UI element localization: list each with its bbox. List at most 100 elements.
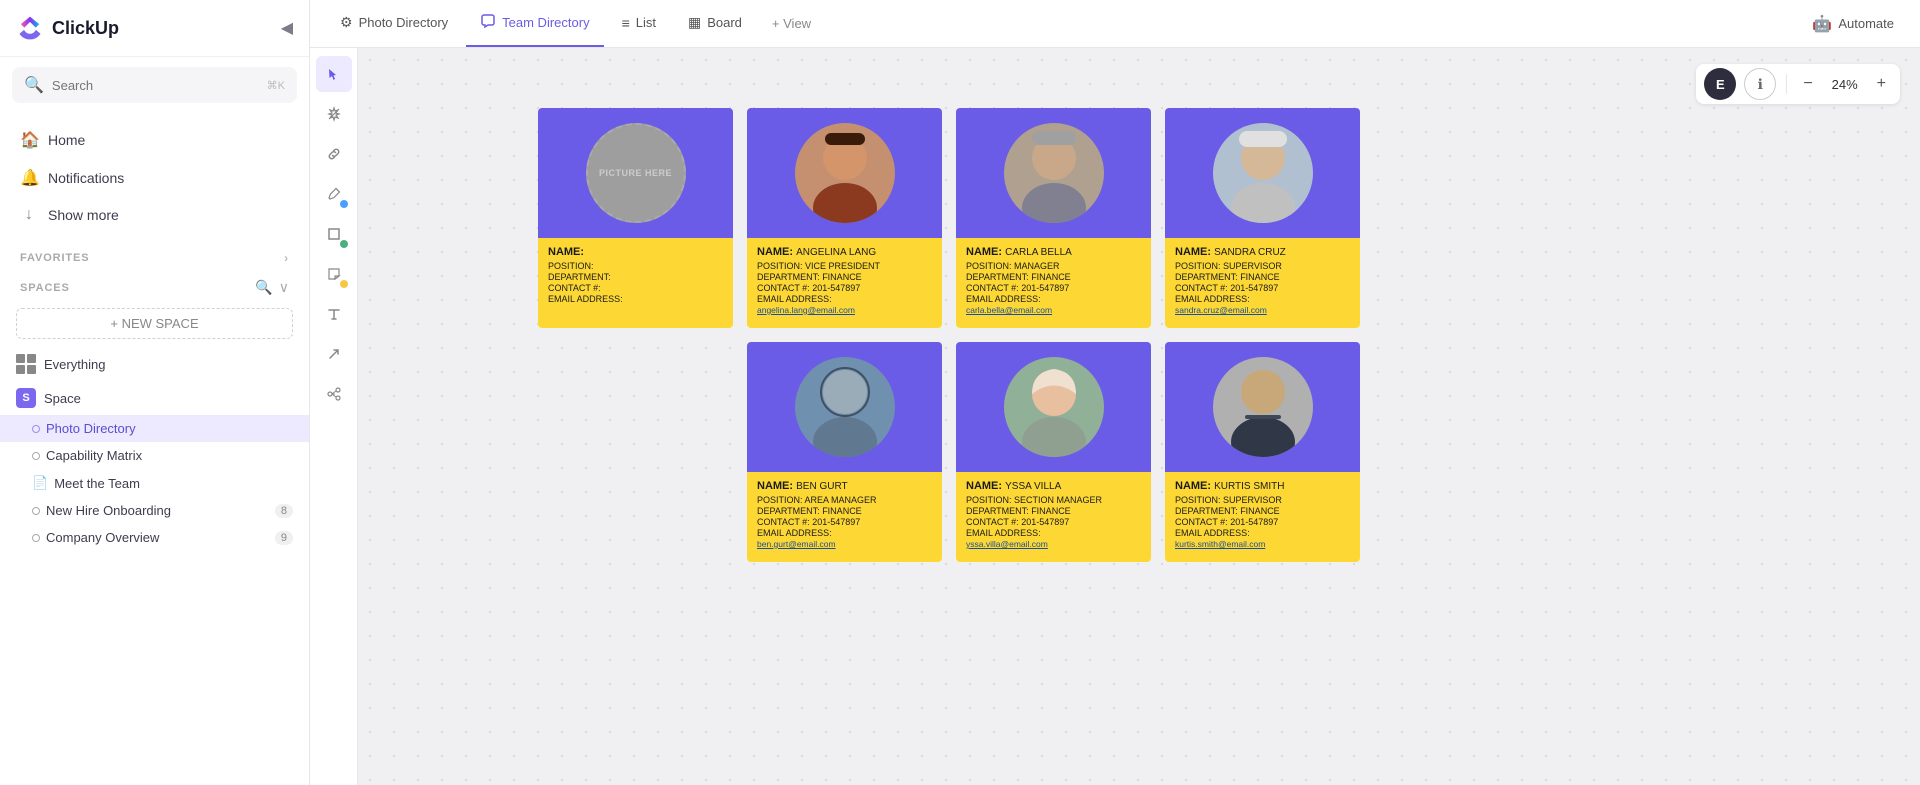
card-5-top	[956, 342, 1151, 472]
nav-item-show-more[interactable]: ↓ Show more	[0, 197, 309, 233]
card-5-position: POSITION: SECTION MANAGER	[966, 495, 1141, 505]
spaces-expand-icon[interactable]: ∨	[279, 279, 289, 296]
card-5-email-label: EMAIL ADDRESS:	[966, 528, 1141, 538]
card-3-position: POSITION: SUPERVISOR	[1175, 261, 1350, 271]
sidebar-item-new-hire-onboarding[interactable]: New Hire Onboarding 8	[0, 497, 309, 524]
tool-magic[interactable]	[316, 96, 352, 132]
card-2-contact: CONTACT #: 201-547897	[966, 283, 1141, 293]
info-button[interactable]: ℹ	[1744, 68, 1776, 100]
card-kurtis-smith: NAME: KURTIS SMITH POSITION: SUPERVISOR …	[1165, 342, 1360, 562]
whiteboard[interactable]: E ℹ − 24% + PICTURE HERE NAME:	[358, 48, 1920, 785]
space-label: Space	[44, 391, 81, 406]
card-ben-gurt: NAME: BEN GURT POSITION: AREA MANAGER DE…	[747, 342, 942, 562]
app-name: ClickUp	[52, 18, 119, 39]
tab-team-directory[interactable]: Team Directory	[466, 0, 603, 47]
template-name: NAME:	[548, 246, 723, 258]
tab-photo-directory[interactable]: ⚙ Photo Directory	[326, 0, 462, 47]
card-5-contact: CONTACT #: 201-547897	[966, 517, 1141, 527]
card-6-bottom: NAME: KURTIS SMITH POSITION: SUPERVISOR …	[1165, 472, 1360, 562]
search-input[interactable]	[52, 78, 259, 93]
spaces-search-icon[interactable]: 🔍	[255, 279, 272, 296]
card-3-contact: CONTACT #: 201-547897	[1175, 283, 1350, 293]
tab-board-icon: ▦	[688, 14, 701, 31]
home-icon: 🏠	[20, 130, 38, 150]
sidebar-item-company-overview[interactable]: Company Overview 9	[0, 524, 309, 551]
person-4-silhouette	[795, 357, 895, 457]
sidebar-item-meet-the-team[interactable]: 📄 Meet the Team	[0, 469, 309, 497]
new-space-button[interactable]: + NEW SPACE	[16, 308, 293, 339]
card-4-position: POSITION: AREA MANAGER	[757, 495, 932, 505]
tool-sticky[interactable]	[316, 256, 352, 292]
card-6-email-label: EMAIL ADDRESS:	[1175, 528, 1350, 538]
rect-dot	[340, 240, 348, 248]
tool-link[interactable]	[316, 136, 352, 172]
card-4-contact: CONTACT #: 201-547897	[757, 517, 932, 527]
new-hire-label: New Hire Onboarding	[46, 503, 171, 518]
nav-item-home[interactable]: 🏠 Home	[0, 121, 309, 159]
nav-showmore-label: Show more	[48, 207, 119, 223]
card-3-bottom: NAME: SANDRA CRUZ POSITION: SUPERVISOR D…	[1165, 238, 1360, 328]
card-1-email[interactable]: angelina.lang@email.com	[757, 305, 932, 315]
tree-dot-company-overview	[32, 534, 40, 542]
card-6-photo	[1213, 357, 1313, 457]
card-2-email-label: EMAIL ADDRESS:	[966, 294, 1141, 304]
new-hire-badge: 8	[275, 504, 293, 518]
sidebar: ClickUp ◀ 🔍 ⌘K 🏠 Home 🔔 Notifications ↓ …	[0, 0, 310, 785]
card-3-top	[1165, 108, 1360, 238]
tab-board[interactable]: ▦ Board	[674, 0, 756, 47]
pencil-dot	[340, 200, 348, 208]
card-4-name: NAME: BEN GURT	[757, 480, 932, 492]
card-yssa-villa: NAME: YSSA VILLA POSITION: SECTION MANAG…	[956, 342, 1151, 562]
card-6-name: NAME: KURTIS SMITH	[1175, 480, 1350, 492]
space-dot-icon: S	[16, 388, 36, 408]
search-bar[interactable]: 🔍 ⌘K	[12, 67, 297, 103]
nav-item-notifications[interactable]: 🔔 Notifications	[0, 159, 309, 197]
sticky-dot	[340, 280, 348, 288]
tool-connect[interactable]	[316, 376, 352, 412]
zoom-out-button[interactable]: −	[1797, 73, 1818, 95]
card-5-photo	[1004, 357, 1104, 457]
sidebar-item-photo-directory[interactable]: Photo Directory	[0, 415, 309, 442]
main-panel: ⚙ Photo Directory Team Directory ≡ List …	[310, 0, 1920, 785]
card-1-photo	[795, 123, 895, 223]
card-6-email[interactable]: kurtis.smith@email.com	[1175, 539, 1350, 549]
card-6-top	[1165, 342, 1360, 472]
bell-icon: 🔔	[20, 168, 38, 188]
sidebar-item-capability-matrix[interactable]: Capability Matrix	[0, 442, 309, 469]
zoom-value: 24%	[1827, 77, 1863, 92]
nav-home-label: Home	[48, 132, 85, 148]
tool-pencil[interactable]	[316, 176, 352, 212]
card-1-top	[747, 108, 942, 238]
tool-cursor[interactable]	[316, 56, 352, 92]
logo-area: ClickUp	[16, 14, 119, 42]
tool-arrow[interactable]	[316, 336, 352, 372]
tool-rect[interactable]	[316, 216, 352, 252]
template-contact: CONTACT #:	[548, 283, 723, 293]
tool-text[interactable]	[316, 296, 352, 332]
sidebar-item-everything[interactable]: Everything	[0, 347, 309, 381]
doc-icon: 📄	[32, 475, 48, 491]
tab-list[interactable]: ≡ List	[608, 0, 670, 47]
card-5-name: NAME: YSSA VILLA	[966, 480, 1141, 492]
card-2-email[interactable]: carla.bella@email.com	[966, 305, 1141, 315]
template-email: EMAIL ADDRESS:	[548, 294, 723, 304]
card-3-email-label: EMAIL ADDRESS:	[1175, 294, 1350, 304]
automate-button[interactable]: 🤖 Automate	[1802, 10, 1904, 38]
zoom-in-button[interactable]: +	[1871, 73, 1892, 95]
person-3-silhouette	[1213, 123, 1313, 223]
sidebar-collapse-button[interactable]: ◀	[281, 18, 293, 38]
card-3-photo	[1213, 123, 1313, 223]
favorites-expand-icon[interactable]: ›	[284, 251, 289, 265]
card-3-email[interactable]: sandra.cruz@email.com	[1175, 305, 1350, 315]
tab-team-directory-label: Team Directory	[502, 15, 589, 30]
tab-add-view[interactable]: + View	[760, 0, 823, 47]
card-2-name: NAME: CARLA BELLA	[966, 246, 1141, 258]
chevron-down-icon: ↓	[20, 206, 38, 224]
tab-photo-directory-icon: ⚙	[340, 14, 353, 31]
cards-area: PICTURE HERE NAME: POSITION: DEPARTMENT:…	[538, 108, 1360, 562]
template-card: PICTURE HERE NAME: POSITION: DEPARTMENT:…	[538, 108, 733, 328]
card-1-department: DEPARTMENT: FINANCE	[757, 272, 932, 282]
card-4-email[interactable]: ben.gurt@email.com	[757, 539, 932, 549]
card-5-email[interactable]: yssa.villa@email.com	[966, 539, 1141, 549]
sidebar-item-space[interactable]: S Space	[0, 381, 309, 415]
